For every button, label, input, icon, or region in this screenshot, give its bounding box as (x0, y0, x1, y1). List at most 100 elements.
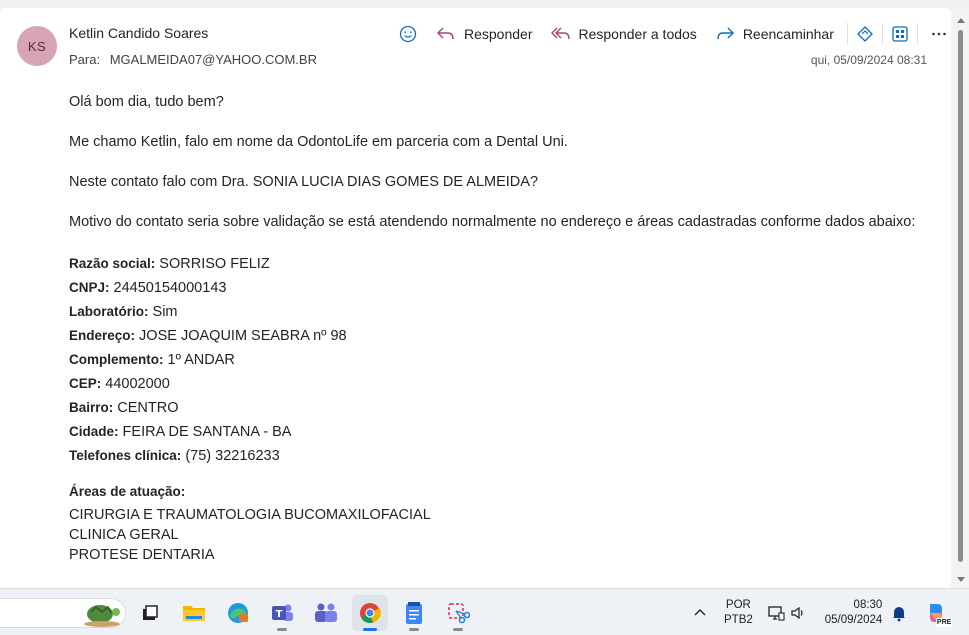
email-date: qui, 05/09/2024 08:31 (810, 53, 927, 67)
greeting-text: Olá bom dia, tudo bem? (69, 94, 224, 110)
toolbar-divider (846, 23, 848, 45)
running-indicator (453, 628, 463, 631)
intro-text: Me chamo Ketlin, falo em nome da OdontoL… (69, 134, 568, 150)
email-reading-pane: KS Ketlin Candido Soares Para: MGALMEIDA… (0, 8, 951, 588)
running-indicator (409, 628, 419, 631)
field-value: 44002000 (101, 376, 170, 392)
field-value: CENTRO (113, 400, 179, 416)
field-label: Razão social: (69, 256, 156, 271)
folder-icon (183, 606, 205, 621)
recipient-address[interactable]: MGALMEIDA07@YAHOO.COM.BR (110, 52, 317, 67)
chrome-icon (360, 603, 381, 623)
edge-icon (228, 603, 248, 623)
toolbar-divider (916, 23, 918, 45)
recipient-line: Para: MGALMEIDA07@YAHOO.COM.BR (69, 52, 317, 67)
chevron-up-icon[interactable] (690, 603, 710, 623)
running-indicator (363, 628, 377, 631)
sender-name[interactable]: Ketlin Candido Soares (69, 25, 208, 41)
volume-icon[interactable] (789, 604, 807, 622)
apps-grid-icon (892, 26, 908, 42)
field-row: Razão social: SORRISO FELIZ (69, 252, 929, 276)
notepad-icon (406, 602, 422, 624)
notepad-button[interactable] (396, 595, 432, 631)
copilot-button[interactable] (853, 22, 877, 46)
network-icon[interactable] (767, 604, 785, 622)
forward-button[interactable]: Reencaminhar (715, 22, 834, 46)
widgets-button[interactable] (80, 597, 124, 629)
field-row: CEP: 44002000 (69, 372, 929, 396)
scroll-down-arrow-icon[interactable] (957, 577, 965, 582)
keyboard-layout: PTB2 (724, 613, 753, 626)
language-code: POR (725, 598, 751, 611)
system-tray: POR PTB2 08:30 05/09/2024 PRE (690, 589, 953, 635)
reply-all-button[interactable]: Responder a todos (550, 22, 697, 46)
reply-button[interactable]: Responder (436, 22, 533, 46)
area-item: CLINICA GERAL (69, 527, 179, 543)
reply-icon (437, 27, 454, 40)
forward-label: Reencaminhar (742, 26, 834, 42)
copilot-icon (856, 26, 873, 42)
scroll-thumb[interactable] (958, 30, 963, 562)
reaction-button[interactable] (396, 22, 420, 46)
field-row: Bairro: CENTRO (69, 396, 929, 420)
teams-icon: T (272, 604, 293, 621)
areas-title: Áreas de atuação: (69, 484, 186, 499)
svg-text:T: T (276, 609, 283, 620)
copilot-pre-button[interactable]: PRE (924, 601, 953, 627)
message-toolbar: Responder Responder a todos Reencaminhar (396, 22, 951, 46)
ellipsis-icon (932, 32, 946, 36)
input-language[interactable]: POR PTB2 (724, 598, 753, 628)
field-row: Cidade: FEIRA DE SANTANA - BA (69, 420, 929, 444)
edge-browser-button[interactable] (220, 595, 256, 631)
field-label: Complemento: (69, 352, 164, 367)
clock-date: 05/09/2024 (824, 613, 883, 626)
forward-icon (717, 27, 734, 40)
reply-label: Responder (464, 26, 533, 42)
teams-work-icon (315, 603, 337, 622)
field-row: Endereço: JOSE JOAQUIM SEABRA nº 98 (69, 324, 929, 348)
field-value: SORRISO FELIZ (155, 256, 270, 272)
field-value: FEIRA DE SANTANA - BA (118, 424, 292, 440)
task-view-icon (143, 605, 158, 620)
teams-button[interactable]: T (264, 595, 300, 631)
task-view-button[interactable] (132, 595, 168, 631)
field-label: CEP: (69, 376, 102, 391)
vertical-scrollbar[interactable] (951, 8, 969, 588)
smiley-icon (399, 25, 417, 43)
apps-button[interactable] (888, 22, 912, 46)
field-row: CNPJ: 24450154000143 (69, 276, 929, 300)
question-text: Neste contato falo com Dra. SONIA LUCIA … (69, 174, 539, 190)
clock[interactable]: 08:30 05/09/2024 (825, 598, 883, 628)
field-row: Complemento: 1º ANDAR (69, 348, 929, 372)
field-row: Laboratório: Sim (69, 300, 929, 324)
field-label: Cidade: (69, 424, 119, 439)
clock-time: 08:30 (853, 598, 883, 611)
area-item: CIRURGIA E TRAUMATOLOGIA BUCOMAXILOFACIA… (69, 507, 431, 523)
motive-text: Motivo do contato seria sobre validação … (69, 214, 916, 230)
email-body: Olá bom dia, tudo bem? Me chamo Ketlin, … (69, 92, 929, 565)
running-indicator (277, 628, 287, 631)
field-value: 24450154000143 (109, 280, 227, 296)
more-actions-button[interactable] (927, 22, 951, 46)
field-value: (75) 32216233 (181, 448, 280, 464)
field-value: Sim (148, 304, 178, 320)
provider-fields: Razão social: SORRISO FELIZ CNPJ: 244501… (69, 252, 929, 468)
field-label: Laboratório: (69, 304, 149, 319)
field-label: Endereço: (69, 328, 136, 343)
file-explorer-button[interactable] (176, 595, 212, 631)
reply-all-label: Responder a todos (578, 26, 697, 42)
snipping-tool-button[interactable] (440, 595, 476, 631)
scroll-up-arrow-icon[interactable] (957, 18, 965, 23)
toolbar-divider (881, 23, 883, 45)
sender-avatar[interactable]: KS (17, 26, 57, 66)
teams-work-button[interactable] (308, 595, 344, 631)
windows-taskbar: T POR PTB2 08:30 05/09/2024 PRE (0, 588, 969, 635)
field-label: Bairro: (69, 400, 114, 415)
areas-list: CIRURGIA E TRAUMATOLOGIA BUCOMAXILOFACIA… (69, 505, 929, 565)
notification-bell-icon[interactable] (890, 604, 908, 622)
area-item: PROTESE DENTARIA (69, 547, 215, 563)
turtle-widget-icon (84, 605, 120, 627)
field-value: 1º ANDAR (163, 352, 235, 368)
chrome-button[interactable] (352, 595, 388, 631)
pre-badge: PRE (935, 617, 953, 627)
